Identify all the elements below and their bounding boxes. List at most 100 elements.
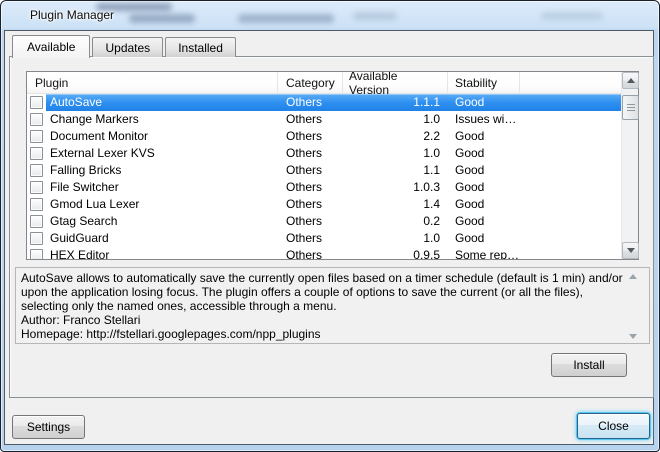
titlebar[interactable]: Plugin Manager bbox=[1, 1, 659, 30]
row-content[interactable]: HEX Editor Others 0.9.5 Some rep… bbox=[46, 247, 621, 259]
settings-button[interactable]: Settings bbox=[12, 415, 85, 439]
column-header-plugin[interactable]: Plugin bbox=[27, 72, 278, 93]
row-content[interactable]: Gtag Search Others 0.2 Good bbox=[46, 213, 621, 230]
table-row[interactable]: Falling Bricks Others 1.1 Good bbox=[27, 162, 621, 179]
plugin-checkbox[interactable] bbox=[30, 130, 43, 143]
plugin-checkbox[interactable] bbox=[30, 113, 43, 126]
plugin-checkbox[interactable] bbox=[30, 232, 43, 245]
table-row[interactable]: AutoSave Others 1.1.1 Good bbox=[27, 94, 621, 111]
plugin-version-cell: 0.2 bbox=[343, 213, 448, 230]
checkbox-cell bbox=[27, 215, 46, 228]
checkbox-cell bbox=[27, 130, 46, 143]
plugin-list-main: Plugin Category Available Version Stabil… bbox=[27, 72, 621, 259]
scrollbar-gripper-icon bbox=[627, 104, 635, 111]
plugin-name-cell: Gmod Lua Lexer bbox=[46, 196, 278, 213]
column-header-available-version[interactable]: Available Version bbox=[343, 72, 448, 93]
install-button[interactable]: Install bbox=[551, 353, 627, 377]
plugin-version-cell: 2.2 bbox=[343, 128, 448, 145]
checkbox-cell bbox=[27, 96, 46, 109]
plugin-stability-cell: Good bbox=[448, 230, 621, 247]
table-row[interactable]: HEX Editor Others 0.9.5 Some rep… bbox=[27, 247, 621, 259]
description-scroll-up-icon[interactable] bbox=[629, 274, 637, 279]
plugin-stability-cell: Good bbox=[448, 128, 621, 145]
plugin-name-cell: Falling Bricks bbox=[46, 162, 278, 179]
tab-bar: Available Updates Installed bbox=[12, 34, 238, 57]
row-content[interactable]: File Switcher Others 1.0.3 Good bbox=[46, 179, 621, 196]
plugin-checkbox[interactable] bbox=[30, 164, 43, 177]
column-header-category[interactable]: Category bbox=[278, 72, 343, 93]
column-header-filler bbox=[520, 72, 621, 93]
checkbox-cell bbox=[27, 232, 46, 245]
row-content[interactable]: Gmod Lua Lexer Others 1.4 Good bbox=[46, 196, 621, 213]
plugin-list-header: Plugin Category Available Version Stabil… bbox=[27, 72, 621, 94]
row-content[interactable]: AutoSave Others 1.1.1 Good bbox=[46, 94, 621, 111]
tab-available-label: Available bbox=[27, 40, 75, 54]
arrow-down-icon bbox=[627, 248, 635, 253]
plugin-category-cell: Others bbox=[278, 230, 343, 247]
plugin-version-cell: 1.0 bbox=[343, 111, 448, 128]
plugin-stability-cell: Good bbox=[448, 213, 621, 230]
tab-installed[interactable]: Installed bbox=[165, 37, 236, 57]
plugin-name-cell: GuidGuard bbox=[46, 230, 278, 247]
scrollbar-thumb[interactable] bbox=[622, 95, 639, 120]
plugin-checkbox[interactable] bbox=[30, 181, 43, 194]
plugin-list-rows: AutoSave Others 1.1.1 Good Change Marker… bbox=[27, 94, 621, 259]
plugin-name-cell: External Lexer KVS bbox=[46, 145, 278, 162]
plugin-version-cell: 1.4 bbox=[343, 196, 448, 213]
plugin-version-cell: 1.0.3 bbox=[343, 179, 448, 196]
plugin-stability-cell: Good bbox=[448, 179, 621, 196]
table-row[interactable]: Change Markers Others 1.0 Issues wi… bbox=[27, 111, 621, 128]
plugin-name-cell: Change Markers bbox=[46, 111, 278, 128]
table-row[interactable]: External Lexer KVS Others 1.0 Good bbox=[27, 145, 621, 162]
table-row[interactable]: Document Monitor Others 2.2 Good bbox=[27, 128, 621, 145]
plugin-version-cell: 1.0 bbox=[343, 145, 448, 162]
checkbox-cell bbox=[27, 164, 46, 177]
plugin-checkbox[interactable] bbox=[30, 215, 43, 228]
tab-available[interactable]: Available bbox=[12, 35, 90, 58]
row-content[interactable]: External Lexer KVS Others 1.0 Good bbox=[46, 145, 621, 162]
plugin-name-cell: HEX Editor bbox=[46, 247, 278, 259]
plugin-name-cell: Gtag Search bbox=[46, 213, 278, 230]
column-header-stability[interactable]: Stability bbox=[448, 72, 520, 93]
table-row[interactable]: Gmod Lua Lexer Others 1.4 Good bbox=[27, 196, 621, 213]
table-row[interactable]: GuidGuard Others 1.0 Good bbox=[27, 230, 621, 247]
plugin-version-cell: 1.1 bbox=[343, 162, 448, 179]
plugin-category-cell: Others bbox=[278, 94, 343, 111]
checkbox-cell bbox=[27, 198, 46, 211]
plugin-version-cell: 0.9.5 bbox=[343, 247, 448, 259]
dialog-client-area: Available Updates Installed Plugin Categ… bbox=[4, 30, 654, 445]
glass-blur-artifact bbox=[353, 12, 397, 20]
plugin-checkbox[interactable] bbox=[30, 147, 43, 160]
row-content[interactable]: Change Markers Others 1.0 Issues wi… bbox=[46, 111, 621, 128]
table-row[interactable]: File Switcher Others 1.0.3 Good bbox=[27, 179, 621, 196]
plugin-category-cell: Others bbox=[278, 128, 343, 145]
plugin-checkbox[interactable] bbox=[30, 249, 43, 259]
checkbox-cell bbox=[27, 181, 46, 194]
plugin-stability-cell: Good bbox=[448, 145, 621, 162]
row-content[interactable]: Falling Bricks Others 1.1 Good bbox=[46, 162, 621, 179]
tab-updates[interactable]: Updates bbox=[92, 37, 163, 57]
list-scrollbar[interactable] bbox=[621, 72, 638, 259]
plugin-category-cell: Others bbox=[278, 213, 343, 230]
row-content[interactable]: Document Monitor Others 2.2 Good bbox=[46, 128, 621, 145]
checkbox-cell bbox=[27, 113, 46, 126]
arrow-up-icon bbox=[627, 78, 635, 83]
plugin-manager-window: Plugin Manager Available Updates Install… bbox=[0, 0, 660, 452]
plugin-stability-cell: Good bbox=[448, 196, 621, 213]
description-scroll-down-icon[interactable] bbox=[629, 334, 637, 339]
plugin-checkbox[interactable] bbox=[30, 96, 43, 109]
plugin-category-cell: Others bbox=[278, 145, 343, 162]
plugin-name-cell: Document Monitor bbox=[46, 128, 278, 145]
scrollbar-down-button[interactable] bbox=[622, 242, 639, 259]
plugin-version-cell: 1.1.1 bbox=[343, 94, 448, 111]
plugin-category-cell: Others bbox=[278, 179, 343, 196]
row-content[interactable]: GuidGuard Others 1.0 Good bbox=[46, 230, 621, 247]
plugin-checkbox[interactable] bbox=[30, 198, 43, 211]
close-button[interactable]: Close bbox=[577, 413, 650, 439]
checkbox-cell bbox=[27, 249, 46, 259]
table-row[interactable]: Gtag Search Others 0.2 Good bbox=[27, 213, 621, 230]
checkbox-cell bbox=[27, 147, 46, 160]
plugin-category-cell: Others bbox=[278, 247, 343, 259]
scrollbar-up-button[interactable] bbox=[622, 72, 639, 89]
plugin-description: AutoSave allows to automatically save th… bbox=[15, 267, 650, 344]
